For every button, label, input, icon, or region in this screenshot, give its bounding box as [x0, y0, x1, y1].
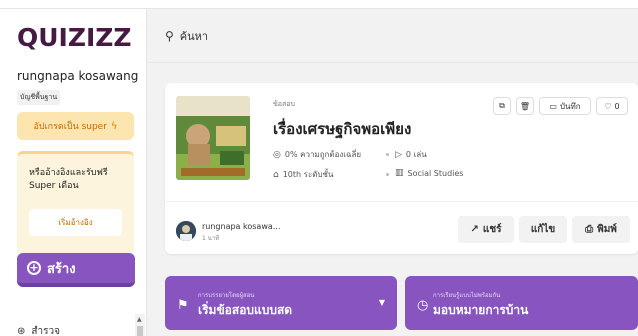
grade-meta: ⌂ 10th ระดับชั้น: [273, 168, 333, 181]
print-icon: ⎙: [585, 224, 594, 235]
grade-text: 10th ระดับชั้น: [282, 170, 334, 179]
sidebar-scrollbar[interactable]: ▲: [135, 314, 145, 336]
share-button[interactable]: ↗ แชร์: [458, 216, 514, 243]
subject-meta: ▥ Social Studies: [395, 168, 463, 178]
scrollbar-thumb[interactable]: [137, 326, 143, 336]
live-big-label: เริ่มข้อสอบแบบสด: [198, 303, 293, 317]
sidebar: QUIZIZZ rungnapa kosawang บัญชีพื้นฐาน อ…: [0, 9, 147, 336]
accuracy-meta: ◎ 0% ความถูกต้องเฉลี่ย: [273, 148, 361, 161]
scroll-up-icon[interactable]: ▲: [137, 316, 142, 323]
upgrade-super-button[interactable]: อัปเกรดเป็น super ϟ: [17, 112, 134, 140]
created-time: 1 นาที: [202, 235, 220, 242]
chevron-down-icon[interactable]: ▼: [379, 298, 385, 307]
edit-button[interactable]: แก้ไข: [519, 216, 567, 243]
graduation-cap-icon: ⌂: [273, 169, 279, 180]
folder-icon: ▭: [549, 101, 557, 111]
sidebar-item-explore[interactable]: ⊛ สำรวจ: [17, 324, 60, 336]
create-label: สร้าง: [47, 261, 76, 277]
sidebar-item-label: สำรวจ: [31, 326, 60, 336]
edit-label: แก้ไข: [530, 224, 556, 235]
share-icon: ↗: [470, 224, 479, 235]
quiz-thumbnail: [176, 96, 250, 180]
clock-icon: ◷: [417, 298, 429, 313]
subject-text: Social Studies: [407, 168, 464, 178]
lightning-icon: ϟ: [110, 120, 118, 132]
card-divider: [165, 201, 638, 202]
presentation-icon: ⚑: [177, 298, 189, 313]
heart-icon: ♡: [604, 101, 612, 111]
homework-big-label: มอบหมายการบ้าน: [433, 303, 529, 317]
save-button[interactable]: ▭ บันทึก: [539, 97, 591, 115]
referral-text: หรืออ้างอิงและรับฟรี Super เดือน: [29, 168, 108, 191]
search-icon: ⚲: [165, 29, 174, 43]
referral-panel: หรืออ้างอิงและรับฟรี Super เดือน เริ่มอ้…: [17, 151, 134, 255]
username: rungnapa kosawang: [17, 69, 139, 83]
upgrade-label: อัปเกรดเป็น super: [33, 122, 107, 132]
main-content: ⚲ ค้นหา ข้อสอบ เรื่องเศรษฐกิจพอเพียง ◎ 0…: [147, 9, 638, 336]
share-label: แชร์: [482, 224, 502, 235]
play-icon: ▷: [395, 149, 402, 160]
search-bar: ⚲ ค้นหา: [147, 9, 638, 63]
meta-separator: [386, 173, 389, 176]
create-button[interactable]: + สร้าง: [17, 253, 135, 287]
plan-badge: บัญชีพื้นฐาน: [17, 90, 61, 105]
avatar[interactable]: [176, 221, 196, 241]
start-live-quiz-button[interactable]: ⚑ การบรรยายโดยผู้สอน เริ่มข้อสอบแบบสด ▼: [165, 276, 397, 330]
live-small-label: การบรรยายโดยผู้สอน: [198, 292, 255, 299]
start-referral-button[interactable]: เริ่มอ้างอิง: [29, 209, 122, 236]
delete-button[interactable]: 🗑: [516, 97, 534, 115]
print-button[interactable]: ⎙ พิมพ์: [572, 216, 630, 243]
copy-button[interactable]: ⧉: [493, 97, 511, 115]
assign-homework-button[interactable]: ◷ การเรียนรู้แบบไม่พร้อมกัน มอบหมายการบ้…: [405, 276, 638, 330]
quiz-type-label: ข้อสอบ: [273, 100, 295, 108]
like-button[interactable]: ♡ 0: [596, 97, 628, 115]
compass-icon: ⊛: [17, 326, 26, 336]
search-placeholder: ค้นหา: [179, 30, 209, 43]
window-top-border: [0, 0, 638, 9]
plus-circle-icon: +: [27, 261, 41, 275]
quizizz-logo[interactable]: QUIZIZZ: [17, 23, 132, 52]
search-input[interactable]: ⚲ ค้นหา: [153, 18, 638, 54]
plays-meta: ▷ 0 เล่น: [395, 148, 427, 161]
accuracy-text: 0% ความถูกต้องเฉลี่ย: [284, 150, 362, 159]
like-count: 0: [614, 101, 620, 111]
print-label: พิมพ์: [597, 224, 617, 235]
card-actions: ⧉ 🗑 ▭ บันทึก ♡ 0: [493, 97, 628, 115]
save-label: บันทึก: [559, 101, 581, 111]
quiz-title[interactable]: เรื่องเศรษฐกิจพอเพียง: [273, 117, 411, 141]
meta-separator: [386, 153, 389, 156]
books-icon: ▥: [395, 168, 404, 178]
homework-small-label: การเรียนรู้แบบไม่พร้อมกัน: [433, 292, 501, 299]
plays-text: 0 เล่น: [405, 150, 427, 159]
author-name[interactable]: rungnapa kosawa...: [202, 222, 280, 231]
target-icon: ◎: [273, 149, 281, 160]
copy-icon: ⧉: [499, 101, 505, 110]
trash-icon: 🗑: [519, 101, 531, 111]
quiz-card[interactable]: ข้อสอบ เรื่องเศรษฐกิจพอเพียง ◎ 0% ความถู…: [165, 83, 638, 254]
